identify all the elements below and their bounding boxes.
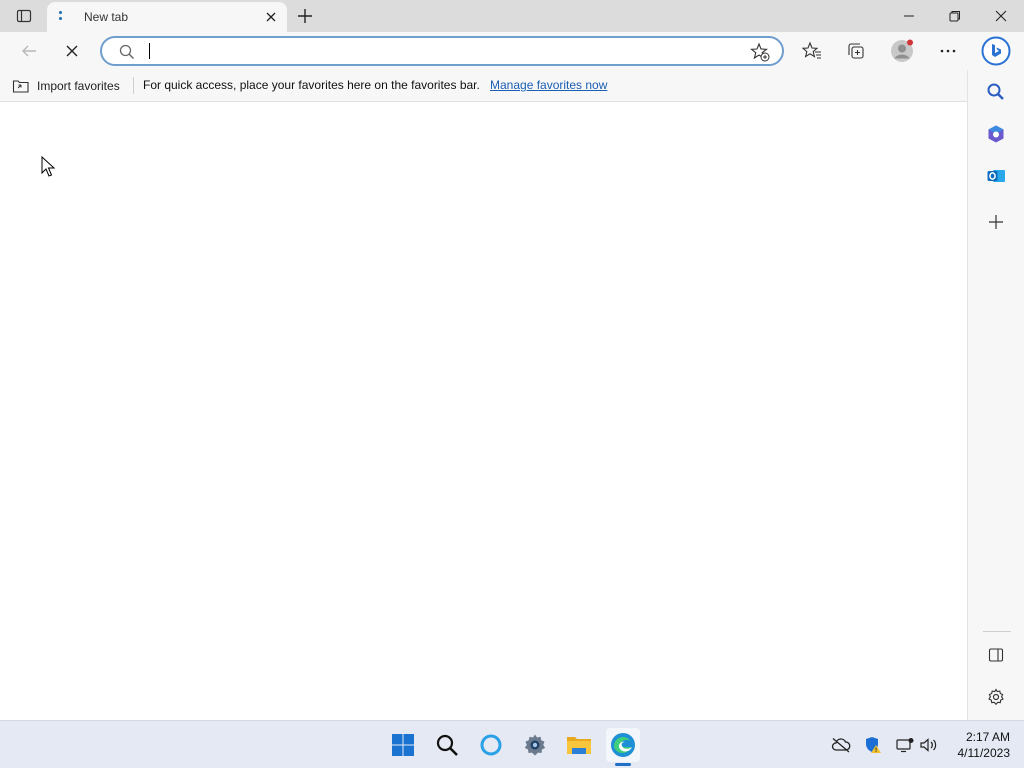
edge-sidebar bbox=[967, 70, 1024, 720]
text-caret bbox=[149, 43, 150, 59]
active-app-indicator bbox=[615, 763, 631, 766]
tab-actions-button[interactable] bbox=[10, 6, 38, 26]
close-tab-button[interactable] bbox=[263, 9, 279, 25]
network-tray-icon[interactable] bbox=[894, 735, 916, 755]
search-icon bbox=[118, 43, 136, 66]
bing-button[interactable] bbox=[980, 35, 1012, 67]
volume-tray-icon[interactable] bbox=[918, 735, 940, 755]
sidebar-outlook-button[interactable] bbox=[982, 162, 1010, 190]
taskbar: 2:17 AM 4/11/2023 bbox=[0, 720, 1024, 768]
sidebar-settings-button[interactable] bbox=[982, 683, 1010, 711]
title-bar: New tab bbox=[0, 0, 1024, 32]
browser-toolbar bbox=[0, 32, 1024, 70]
hide-sidebar-button[interactable] bbox=[982, 641, 1010, 669]
onedrive-tray-icon[interactable] bbox=[830, 735, 852, 755]
minimize-button[interactable] bbox=[886, 0, 932, 32]
close-icon bbox=[995, 10, 1007, 22]
close-window-button[interactable] bbox=[978, 0, 1024, 32]
profile-icon bbox=[891, 39, 913, 62]
mouse-cursor bbox=[41, 155, 56, 182]
tab-actions-icon bbox=[16, 9, 32, 23]
address-input[interactable] bbox=[154, 41, 734, 61]
restore-icon bbox=[949, 11, 960, 22]
import-favorites-button[interactable]: Import favorites bbox=[12, 76, 120, 96]
plus-icon bbox=[989, 215, 1003, 229]
profile-button[interactable] bbox=[887, 37, 917, 65]
sidebar-add-button[interactable] bbox=[982, 208, 1010, 236]
system-clock[interactable]: 2:17 AM 4/11/2023 bbox=[958, 729, 1011, 761]
manage-favorites-link[interactable]: Manage favorites now bbox=[490, 78, 607, 92]
speaker-icon bbox=[920, 738, 937, 752]
network-icon bbox=[896, 738, 914, 753]
new-tab-button[interactable] bbox=[292, 5, 318, 27]
cortana-button[interactable] bbox=[474, 728, 508, 762]
favorites-button[interactable] bbox=[797, 37, 827, 65]
gear-icon bbox=[524, 734, 546, 756]
collections-button[interactable] bbox=[841, 37, 871, 65]
back-arrow-icon bbox=[22, 45, 36, 57]
cortana-icon bbox=[480, 734, 502, 756]
shield-warning-icon bbox=[866, 737, 881, 753]
sidebar-panel-icon bbox=[988, 648, 1004, 662]
stop-icon bbox=[66, 45, 78, 57]
clock-date: 4/11/2023 bbox=[957, 746, 1011, 760]
loading-icon bbox=[59, 11, 63, 23]
sidebar-divider bbox=[983, 631, 1011, 632]
search-icon bbox=[436, 734, 458, 756]
folder-icon bbox=[567, 737, 591, 754]
favorites-bar-message: For quick access, place your favorites h… bbox=[143, 78, 480, 92]
collections-icon bbox=[848, 43, 864, 59]
import-favorites-icon bbox=[12, 80, 29, 93]
edge-icon bbox=[611, 733, 635, 757]
back-button[interactable] bbox=[14, 37, 44, 65]
edge-taskbar-button[interactable] bbox=[606, 728, 640, 762]
outlook-icon bbox=[987, 170, 1005, 182]
search-icon bbox=[987, 83, 1004, 100]
file-explorer-button[interactable] bbox=[562, 728, 596, 762]
office-icon bbox=[988, 125, 1004, 143]
cloud-offline-icon bbox=[831, 738, 851, 753]
gear-icon bbox=[988, 688, 1004, 706]
security-tray-icon[interactable] bbox=[862, 735, 884, 755]
minimize-icon bbox=[904, 15, 914, 17]
plus-icon bbox=[298, 9, 312, 23]
import-favorites-label: Import favorites bbox=[37, 79, 120, 93]
favorites-bar: Import favorites For quick access, place… bbox=[0, 70, 968, 102]
add-favorite-button[interactable] bbox=[750, 42, 770, 67]
settings-app-button[interactable] bbox=[518, 728, 552, 762]
address-bar[interactable] bbox=[100, 36, 784, 66]
favorites-icon bbox=[802, 41, 821, 59]
bing-icon bbox=[981, 36, 1011, 66]
star-plus-icon bbox=[750, 42, 770, 62]
restore-button[interactable] bbox=[932, 0, 978, 32]
more-button[interactable] bbox=[933, 37, 963, 65]
windows-logo-icon bbox=[392, 734, 414, 756]
close-icon bbox=[266, 12, 276, 22]
more-icon bbox=[940, 49, 956, 53]
start-button[interactable] bbox=[386, 728, 420, 762]
sidebar-search-button[interactable] bbox=[982, 78, 1010, 106]
sidebar-office-button[interactable] bbox=[982, 120, 1010, 148]
cursor-arrow-icon bbox=[41, 155, 56, 177]
page-content[interactable] bbox=[0, 102, 967, 720]
clock-time: 2:17 AM bbox=[965, 730, 1010, 744]
stop-button[interactable] bbox=[57, 37, 87, 65]
favorites-bar-divider bbox=[133, 77, 134, 94]
tab-title: New tab bbox=[84, 10, 129, 24]
taskbar-search-button[interactable] bbox=[430, 728, 464, 762]
tab-new-tab[interactable]: New tab bbox=[47, 2, 287, 32]
